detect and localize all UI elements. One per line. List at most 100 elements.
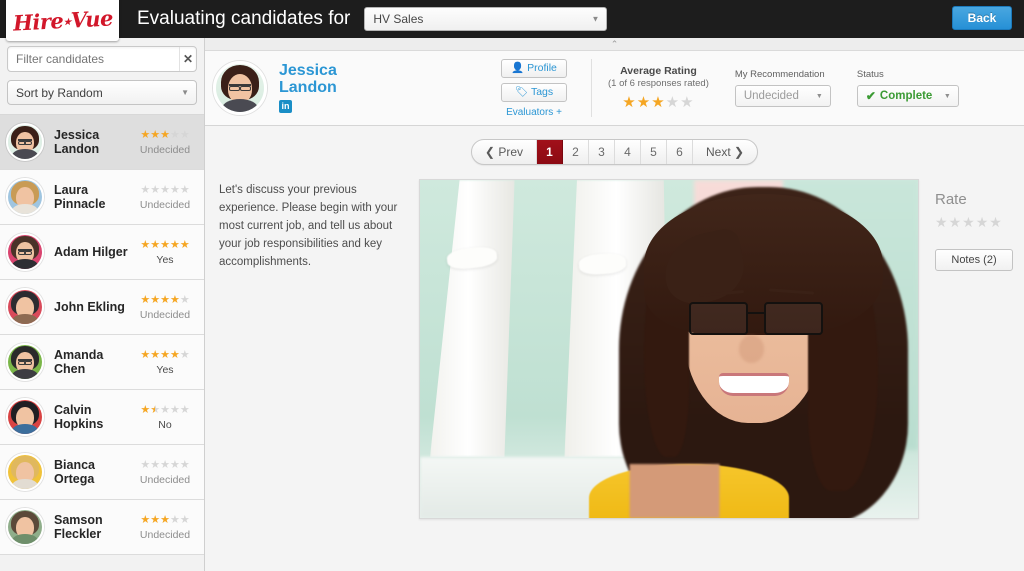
candidate-name-block: Jessica Landon in	[279, 62, 429, 114]
candidate-name: Calvin Hopkins	[54, 403, 104, 431]
candidate-last-name[interactable]: Landon	[279, 79, 429, 96]
star-filled: ★	[160, 513, 170, 526]
candidate-recommendation: Undecided	[139, 308, 191, 321]
star-empty: ★	[680, 94, 695, 111]
star-filled: ★	[622, 94, 637, 111]
recommendation-dropdown[interactable]: Undecided ▼	[734, 85, 831, 107]
chevron-left-icon: ❮	[484, 145, 495, 159]
star-empty: ★	[169, 513, 180, 526]
sort-dropdown[interactable]: Sort by Random ▼	[7, 80, 197, 105]
star-filled: ★	[160, 293, 170, 306]
candidate-list-item[interactable]: Samson Fleckler ★★★★★ Undecided	[0, 500, 204, 555]
candidate-list-item[interactable]: Calvin Hopkins ★★★★★ No	[0, 390, 204, 445]
evaluators-link[interactable]: Evaluators +	[491, 107, 577, 118]
position-dropdown[interactable]: HV Sales ▼	[364, 7, 608, 31]
video-player[interactable]	[419, 179, 919, 519]
star-empty: ★	[160, 458, 170, 471]
chevron-down-icon: ▼	[815, 92, 823, 100]
average-rating-label: Average Rating	[620, 65, 697, 77]
avatar	[6, 398, 44, 436]
chevron-down-icon: ▼	[591, 14, 600, 24]
status-label: Status	[856, 69, 884, 80]
star-empty: ★	[140, 458, 151, 471]
content-row: Let's discuss your previous experience. …	[205, 179, 1024, 519]
pagination-next[interactable]: Next ❯	[693, 140, 757, 164]
avatar	[6, 288, 44, 326]
search-input[interactable]	[8, 52, 179, 66]
candidate-rating-block: ★★★★★ Undecided	[134, 459, 196, 486]
candidate-list-item[interactable]: John Ekling ★★★★★ Undecided	[0, 280, 204, 335]
page-title: Evaluating candidates for	[137, 8, 351, 29]
video-frame-image	[420, 180, 918, 518]
tags-label: Tags	[530, 85, 554, 98]
star-empty: ★	[179, 348, 190, 361]
hirevue-evaluation-app: Hire★Vue Evaluating candidates for HV Sa…	[0, 0, 1024, 571]
star-filled: ★	[140, 293, 151, 306]
pagination-prev[interactable]: ❮ Prev	[472, 140, 537, 164]
avatar-illustration	[216, 64, 264, 112]
candidate-first-name[interactable]: Jessica	[279, 62, 429, 79]
star-filled: ★	[140, 348, 151, 361]
avatar	[6, 508, 44, 546]
question-text: Let's discuss your previous experience. …	[219, 184, 398, 268]
star-empty: ★	[179, 293, 190, 306]
candidate-rating-block: ★★★★★ Undecided	[134, 514, 196, 541]
star-filled: ★	[150, 128, 161, 141]
star-filled: ★	[150, 238, 161, 251]
check-icon: ✔	[865, 89, 876, 103]
candidate-recommendation: Yes	[156, 253, 174, 266]
candidate-rating-block: ★★★★★ Undecided	[134, 184, 196, 211]
star-filled: ★	[160, 128, 170, 141]
tag-icon: 🏷	[514, 85, 529, 98]
candidate-recommendation: Undecided	[139, 143, 191, 156]
candidate-stars: ★★★★★	[134, 404, 196, 416]
rate-label: Rate	[935, 191, 967, 208]
pagination-page-4[interactable]: 4	[615, 140, 641, 164]
candidate-list-item[interactable]: Adam Hilger ★★★★★ Yes	[0, 225, 204, 280]
tags-button[interactable]: 🏷 Tags	[501, 82, 567, 102]
pagination-page-3[interactable]: 3	[589, 140, 615, 164]
candidate-name: Bianca Ortega	[54, 458, 95, 486]
main-panel: ⌃ Jessica Landon in 👤 Profile 🏷 Tags Eva…	[205, 38, 1024, 571]
star-empty: ★	[975, 214, 990, 230]
candidate-name: Laura Pinnacle	[54, 183, 106, 211]
star-filled: ★	[169, 348, 180, 361]
avatar	[6, 178, 44, 216]
candidate-recommendation: Undecided	[139, 198, 191, 211]
candidate-list-item[interactable]: Bianca Ortega ★★★★★ Undecided	[0, 445, 204, 500]
pagination-page-1[interactable]: 1	[537, 140, 563, 164]
candidate-list-item[interactable]: Laura Pinnacle ★★★★★ Undecided	[0, 170, 204, 225]
sort-value: Sort by Random	[16, 85, 103, 100]
pagination-page-5[interactable]: 5	[641, 140, 667, 164]
avatar	[6, 233, 44, 271]
recommendation-value: Undecided	[743, 90, 799, 102]
clear-icon[interactable]: ✕	[179, 47, 196, 71]
notes-button[interactable]: Notes (2)	[935, 249, 1013, 271]
collapse-header-toggle[interactable]: ⌃	[205, 38, 1024, 51]
candidate-stars: ★★★★★	[134, 184, 196, 196]
profile-button[interactable]: 👤 Profile	[501, 58, 567, 78]
candidate-recommendation: Yes	[156, 363, 174, 376]
pagination: ❮ Prev 1 2 3 4 5 6 Next ❯	[470, 139, 759, 165]
status-dropdown[interactable]: ✔ Complete ▼	[856, 85, 959, 107]
pagination-page-6[interactable]: 6	[667, 140, 693, 164]
star-filled: ★	[169, 238, 180, 251]
star-filled: ★	[140, 513, 151, 526]
star-empty: ★	[179, 183, 190, 196]
header-actions: 👤 Profile 🏷 Tags Evaluators +	[491, 58, 577, 118]
candidate-list-item[interactable]: Jessica Landon ★★★★★ Undecided	[0, 115, 204, 170]
candidate-rating-block: ★★★★★ Yes	[134, 349, 196, 376]
back-button[interactable]: Back	[952, 6, 1012, 30]
avatar	[6, 453, 44, 491]
star-empty: ★	[140, 183, 151, 196]
pagination-page-2[interactable]: 2	[563, 140, 589, 164]
linkedin-icon[interactable]: in	[279, 100, 292, 113]
star-filled: ★	[169, 293, 180, 306]
rate-stars[interactable]: ★★★★★	[935, 214, 1024, 231]
average-rating-block: Average Rating (1 of 6 responses rated) …	[608, 65, 709, 111]
star-filled: ★	[150, 513, 161, 526]
candidate-list-item[interactable]: Amanda Chen ★★★★★ Yes	[0, 335, 204, 390]
star-empty: ★	[169, 128, 180, 141]
hirevue-logo[interactable]: Hire★Vue	[6, 0, 119, 41]
rate-rail: Rate ★★★★★ Notes (2)	[919, 179, 1024, 519]
